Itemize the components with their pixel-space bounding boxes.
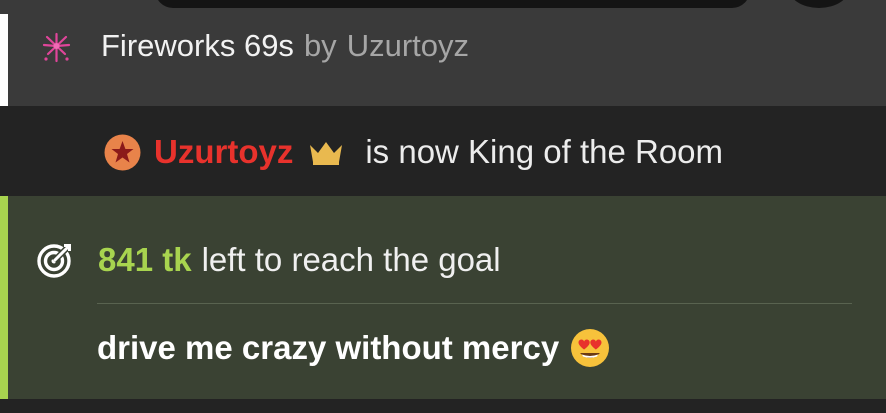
target-icon — [36, 241, 74, 279]
king-username[interactable]: Uzurtoyz — [154, 133, 293, 171]
fireworks-icon — [40, 30, 73, 63]
fireworks-message: Fireworks 69s by Uzurtoyz — [0, 0, 886, 106]
round-button-edge[interactable] — [788, 0, 850, 8]
heart-eyes-emoji-icon — [569, 327, 611, 369]
goal-card: 841 tk left to reach the goal drive me c… — [0, 196, 886, 399]
king-line: Uzurtoyz is now King of the Room — [103, 131, 723, 173]
input-pill-edge — [155, 0, 750, 8]
goal-line: 841 tk left to reach the goal — [36, 238, 501, 282]
fireworks-username[interactable]: Uzurtoyz — [347, 28, 469, 64]
fireworks-line: Fireworks 69s by Uzurtoyz — [40, 26, 469, 66]
king-status-text: is now King of the Room — [365, 133, 724, 170]
bottom-edge — [0, 399, 886, 413]
message-accent-bar — [0, 14, 8, 106]
king-of-room-message: Uzurtoyz is now King of the Room — [0, 106, 886, 196]
goal-description: drive me crazy without mercy — [97, 329, 560, 366]
goal-description-line: drive me crazy without mercy — [97, 326, 611, 370]
top-bar-edge — [0, 0, 886, 14]
goal-text: left to reach the goal — [201, 241, 501, 278]
crown-icon — [307, 138, 345, 166]
goal-accent-bar — [0, 196, 8, 399]
fireworks-by-label: by — [303, 28, 337, 63]
fireworks-name: Fireworks 69s — [101, 28, 294, 63]
star-badge-icon — [103, 133, 142, 172]
chat-feed: Fireworks 69s by Uzurtoyz Uzurtoyz is no… — [0, 0, 886, 413]
goal-tokens-remaining: 841 tk — [98, 241, 192, 278]
goal-divider — [97, 303, 852, 304]
